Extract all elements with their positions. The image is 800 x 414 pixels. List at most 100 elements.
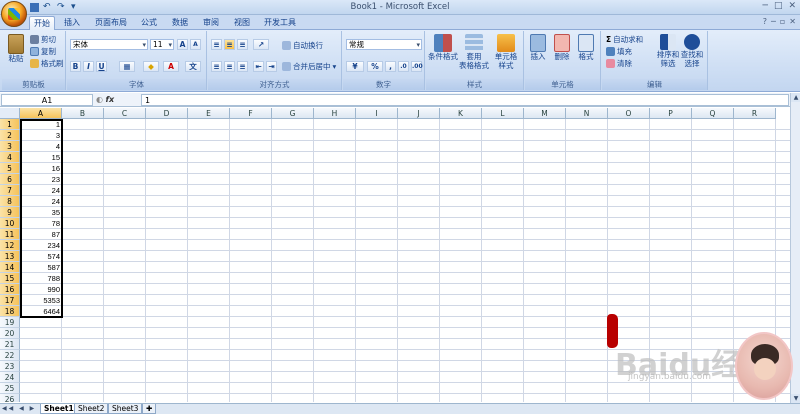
- column-header-e[interactable]: E: [188, 108, 230, 119]
- wrap-text-button[interactable]: 自动换行: [282, 40, 323, 51]
- percent-button[interactable]: %: [367, 61, 383, 72]
- row-header[interactable]: 14: [0, 262, 20, 273]
- currency-button[interactable]: ¥: [346, 61, 364, 72]
- scroll-down-icon[interactable]: ▼: [791, 394, 800, 403]
- increase-decimal-button[interactable]: .0: [398, 61, 409, 72]
- insert-cells-button[interactable]: 插入: [527, 34, 549, 61]
- underline-button[interactable]: U: [96, 61, 107, 72]
- row-header[interactable]: 2: [0, 130, 20, 141]
- row-header[interactable]: 20: [0, 328, 20, 339]
- font-size-select[interactable]: 11: [150, 39, 174, 50]
- grow-font-button[interactable]: A: [177, 39, 188, 50]
- border-button[interactable]: ▦: [119, 61, 135, 72]
- column-header-f[interactable]: F: [230, 108, 272, 119]
- insert-sheet-button[interactable]: ✚: [142, 404, 156, 414]
- row-header[interactable]: 19: [0, 317, 20, 328]
- align-center-button[interactable]: ≡: [224, 61, 235, 72]
- column-header-n[interactable]: N: [566, 108, 608, 119]
- column-header-p[interactable]: P: [650, 108, 692, 119]
- delete-cells-button[interactable]: 删除: [551, 34, 573, 61]
- tab-view[interactable]: 视图: [229, 16, 255, 30]
- row-header[interactable]: 22: [0, 350, 20, 361]
- minimize-icon[interactable]: ─: [763, 1, 768, 11]
- paste-button[interactable]: 粘贴: [5, 34, 27, 63]
- sheet-tab-3[interactable]: Sheet3: [108, 404, 143, 414]
- column-header-m[interactable]: M: [524, 108, 566, 119]
- italic-button[interactable]: I: [83, 61, 94, 72]
- row-header[interactable]: 16: [0, 284, 20, 295]
- row-header[interactable]: 24: [0, 372, 20, 383]
- copy-button[interactable]: 复制: [30, 46, 56, 57]
- close-icon[interactable]: ✕: [788, 1, 796, 11]
- cut-button[interactable]: 剪切: [30, 34, 56, 45]
- align-bottom-button[interactable]: ≡: [237, 39, 248, 50]
- column-header-d[interactable]: D: [146, 108, 188, 119]
- ribbon-minimize-icon[interactable]: ─: [771, 17, 776, 26]
- row-header[interactable]: 1: [0, 119, 20, 130]
- row-header[interactable]: 6: [0, 174, 20, 185]
- row-header[interactable]: 17: [0, 295, 20, 306]
- format-as-table-button[interactable]: 套用 表格格式: [459, 34, 489, 70]
- office-button[interactable]: [1, 1, 27, 27]
- merge-center-button[interactable]: 合并后居中 ▾: [282, 61, 336, 72]
- column-header-c[interactable]: C: [104, 108, 146, 119]
- tab-home[interactable]: 开始: [29, 16, 55, 30]
- tab-insert[interactable]: 插入: [58, 16, 86, 30]
- align-left-button[interactable]: ≡: [211, 61, 222, 72]
- row-header[interactable]: 25: [0, 383, 20, 394]
- select-all-corner[interactable]: [0, 108, 20, 119]
- ribbon-restore-icon[interactable]: ▫: [780, 17, 785, 26]
- formula-input[interactable]: 1: [141, 94, 789, 106]
- sort-filter-button[interactable]: 排序和 筛选: [656, 34, 680, 68]
- scroll-up-icon[interactable]: ▲: [791, 93, 800, 102]
- column-header-o[interactable]: O: [608, 108, 650, 119]
- name-box[interactable]: A1: [1, 94, 93, 106]
- autosum-button[interactable]: Σ 自动求和: [606, 34, 643, 45]
- column-header-a[interactable]: A: [20, 108, 62, 119]
- row-header[interactable]: 18: [0, 306, 20, 317]
- comma-button[interactable]: ,: [385, 61, 396, 72]
- row-header[interactable]: 23: [0, 361, 20, 372]
- phonetic-button[interactable]: 文: [185, 61, 201, 72]
- column-header-i[interactable]: I: [356, 108, 398, 119]
- align-middle-button[interactable]: ≡: [224, 39, 235, 50]
- row-header[interactable]: 7: [0, 185, 20, 196]
- help-icon[interactable]: ?: [763, 17, 767, 26]
- column-header-b[interactable]: B: [62, 108, 104, 119]
- decrease-decimal-button[interactable]: .00: [411, 61, 423, 72]
- tab-formulas[interactable]: 公式: [136, 16, 162, 30]
- row-header[interactable]: 11: [0, 229, 20, 240]
- row-header[interactable]: 21: [0, 339, 20, 350]
- conditional-format-button[interactable]: 条件格式: [428, 34, 458, 61]
- row-header[interactable]: 13: [0, 251, 20, 262]
- increase-indent-button[interactable]: ⇥: [266, 61, 277, 72]
- column-header-l[interactable]: L: [482, 108, 524, 119]
- row-header[interactable]: 3: [0, 141, 20, 152]
- tab-review[interactable]: 审阅: [198, 16, 224, 30]
- fill-color-button[interactable]: ◆: [143, 61, 159, 72]
- sheet-tab-2[interactable]: Sheet2: [74, 404, 109, 414]
- row-header[interactable]: 9: [0, 207, 20, 218]
- sheet-tab-1[interactable]: Sheet1: [40, 404, 78, 414]
- format-cells-button[interactable]: 格式: [575, 34, 597, 61]
- maximize-icon[interactable]: □: [774, 1, 783, 11]
- row-header[interactable]: 10: [0, 218, 20, 229]
- align-top-button[interactable]: ≡: [211, 39, 222, 50]
- column-header-g[interactable]: G: [272, 108, 314, 119]
- row-header[interactable]: 4: [0, 152, 20, 163]
- tab-page-layout[interactable]: 页面布局: [91, 16, 131, 30]
- row-header[interactable]: 12: [0, 240, 20, 251]
- column-header-k[interactable]: K: [440, 108, 482, 119]
- fill-button[interactable]: 填充: [606, 46, 632, 57]
- format-painter-button[interactable]: 格式刷: [30, 58, 64, 69]
- row-header[interactable]: 15: [0, 273, 20, 284]
- column-header-h[interactable]: H: [314, 108, 356, 119]
- clear-button[interactable]: 清除: [606, 58, 632, 69]
- cell-styles-button[interactable]: 单元格 样式: [491, 34, 521, 70]
- row-header[interactable]: 8: [0, 196, 20, 207]
- ribbon-close-icon[interactable]: ✕: [789, 17, 796, 26]
- align-right-button[interactable]: ≡: [237, 61, 248, 72]
- function-button[interactable]: ◐ fx: [96, 94, 140, 106]
- bold-button[interactable]: B: [70, 61, 81, 72]
- orientation-button[interactable]: ↗: [253, 39, 269, 50]
